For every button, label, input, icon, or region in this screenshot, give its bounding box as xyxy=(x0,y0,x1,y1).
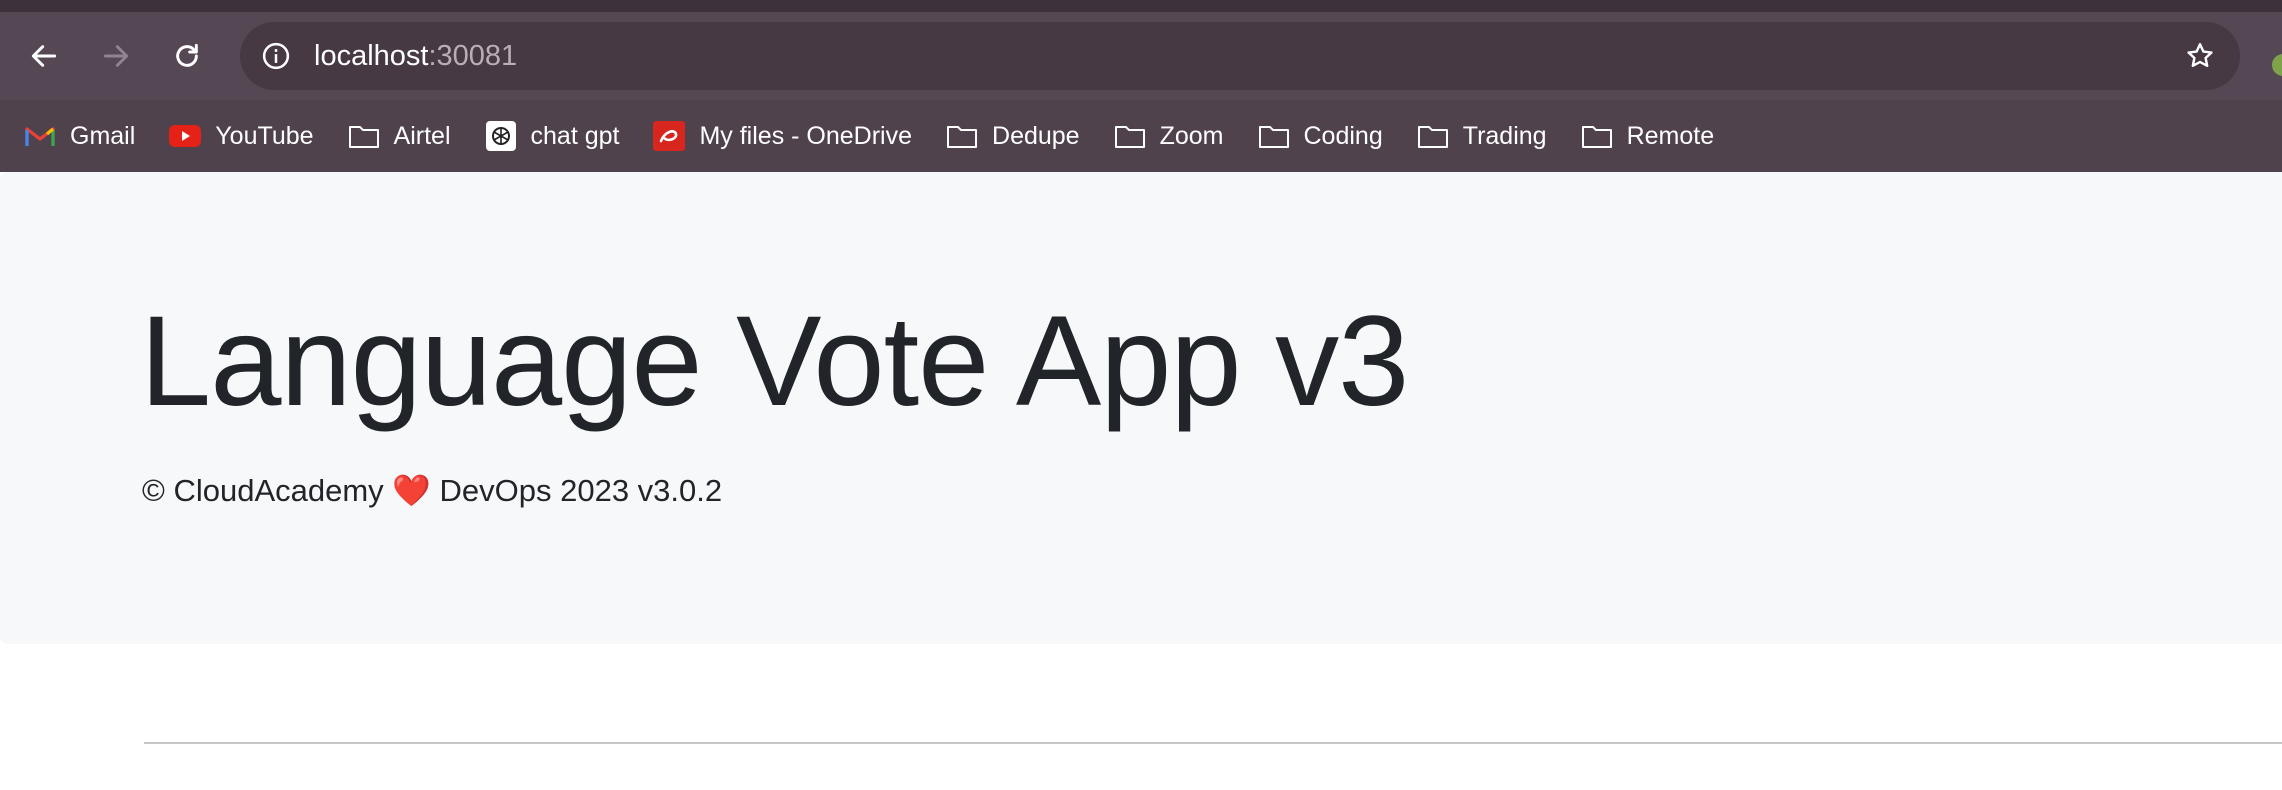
chatgpt-icon xyxy=(485,120,517,152)
browser-chrome: localhost:30081 Gmail YouTube Airtel cha… xyxy=(0,0,2282,172)
youtube-icon xyxy=(169,120,202,152)
bookmark-folder-zoom[interactable]: Zoom xyxy=(1114,112,1224,160)
bookmark-label: Gmail xyxy=(70,121,136,150)
bookmark-chat-gpt[interactable]: chat gpt xyxy=(485,112,620,160)
info-icon xyxy=(262,42,290,70)
address-bar[interactable]: localhost:30081 xyxy=(240,22,2240,90)
jumbotron: Language Vote App v3 © CloudAcademy ❤️ D… xyxy=(0,172,2282,644)
folder-icon xyxy=(946,120,978,152)
bookmark-onedrive[interactable]: My files - OneDrive xyxy=(653,112,912,160)
folder-icon xyxy=(348,120,380,152)
bookmarks-bar: Gmail YouTube Airtel chat gpt My files -… xyxy=(0,112,2282,160)
bookmark-label: Coding xyxy=(1303,121,1383,150)
bookmark-label: Remote xyxy=(1626,121,1715,150)
bookmark-label: Trading xyxy=(1462,121,1547,150)
bookmark-folder-remote[interactable]: Remote xyxy=(1581,112,1715,160)
gmail-icon xyxy=(24,120,56,152)
tab-strip xyxy=(0,0,2282,12)
bookmark-label: Zoom xyxy=(1159,121,1224,150)
page-content: Language Vote App v3 © CloudAcademy ❤️ D… xyxy=(0,172,2282,790)
bookmark-folder-trading[interactable]: Trading xyxy=(1417,112,1547,160)
bookmark-gmail[interactable]: Gmail xyxy=(24,112,135,160)
site-info-button[interactable] xyxy=(256,36,296,76)
bookmark-label: My files - OneDrive xyxy=(699,121,913,150)
arrow-left-icon xyxy=(31,45,57,67)
bookmark-star-button[interactable] xyxy=(2182,38,2218,74)
page-subtitle: © CloudAcademy ❤️ DevOps 2023 v3.0.2 xyxy=(142,473,723,508)
reload-button[interactable] xyxy=(165,34,209,78)
folder-icon xyxy=(1417,120,1449,152)
folder-icon xyxy=(1114,120,1146,152)
folder-icon xyxy=(1258,120,1290,152)
bookmark-folder-airtel[interactable]: Airtel xyxy=(348,112,451,160)
horizontal-divider xyxy=(144,742,2282,744)
bookmark-youtube[interactable]: YouTube xyxy=(169,112,314,160)
star-icon xyxy=(2187,43,2213,68)
bookmark-label: YouTube xyxy=(215,121,314,150)
bookmark-folder-coding[interactable]: Coding xyxy=(1258,112,1383,160)
bookmark-label: chat gpt xyxy=(530,121,620,150)
reload-icon xyxy=(176,43,198,67)
bookmark-folder-dedupe[interactable]: Dedupe xyxy=(946,112,1080,160)
folder-icon xyxy=(1581,120,1613,152)
url-port: :30081 xyxy=(428,40,518,72)
bookmark-label: Airtel xyxy=(393,121,451,150)
airtel-icon xyxy=(653,120,686,152)
profile-avatar[interactable] xyxy=(2272,54,2282,76)
browser-toolbar: localhost:30081 xyxy=(0,12,2282,100)
page-title: Language Vote App v3 xyxy=(140,290,1409,433)
url-text: localhost:30081 xyxy=(314,22,517,90)
back-button[interactable] xyxy=(22,34,66,78)
bookmark-label: Dedupe xyxy=(992,121,1080,150)
arrow-right-icon xyxy=(103,45,129,67)
forward-button[interactable] xyxy=(94,34,138,78)
url-host: localhost xyxy=(314,40,429,72)
